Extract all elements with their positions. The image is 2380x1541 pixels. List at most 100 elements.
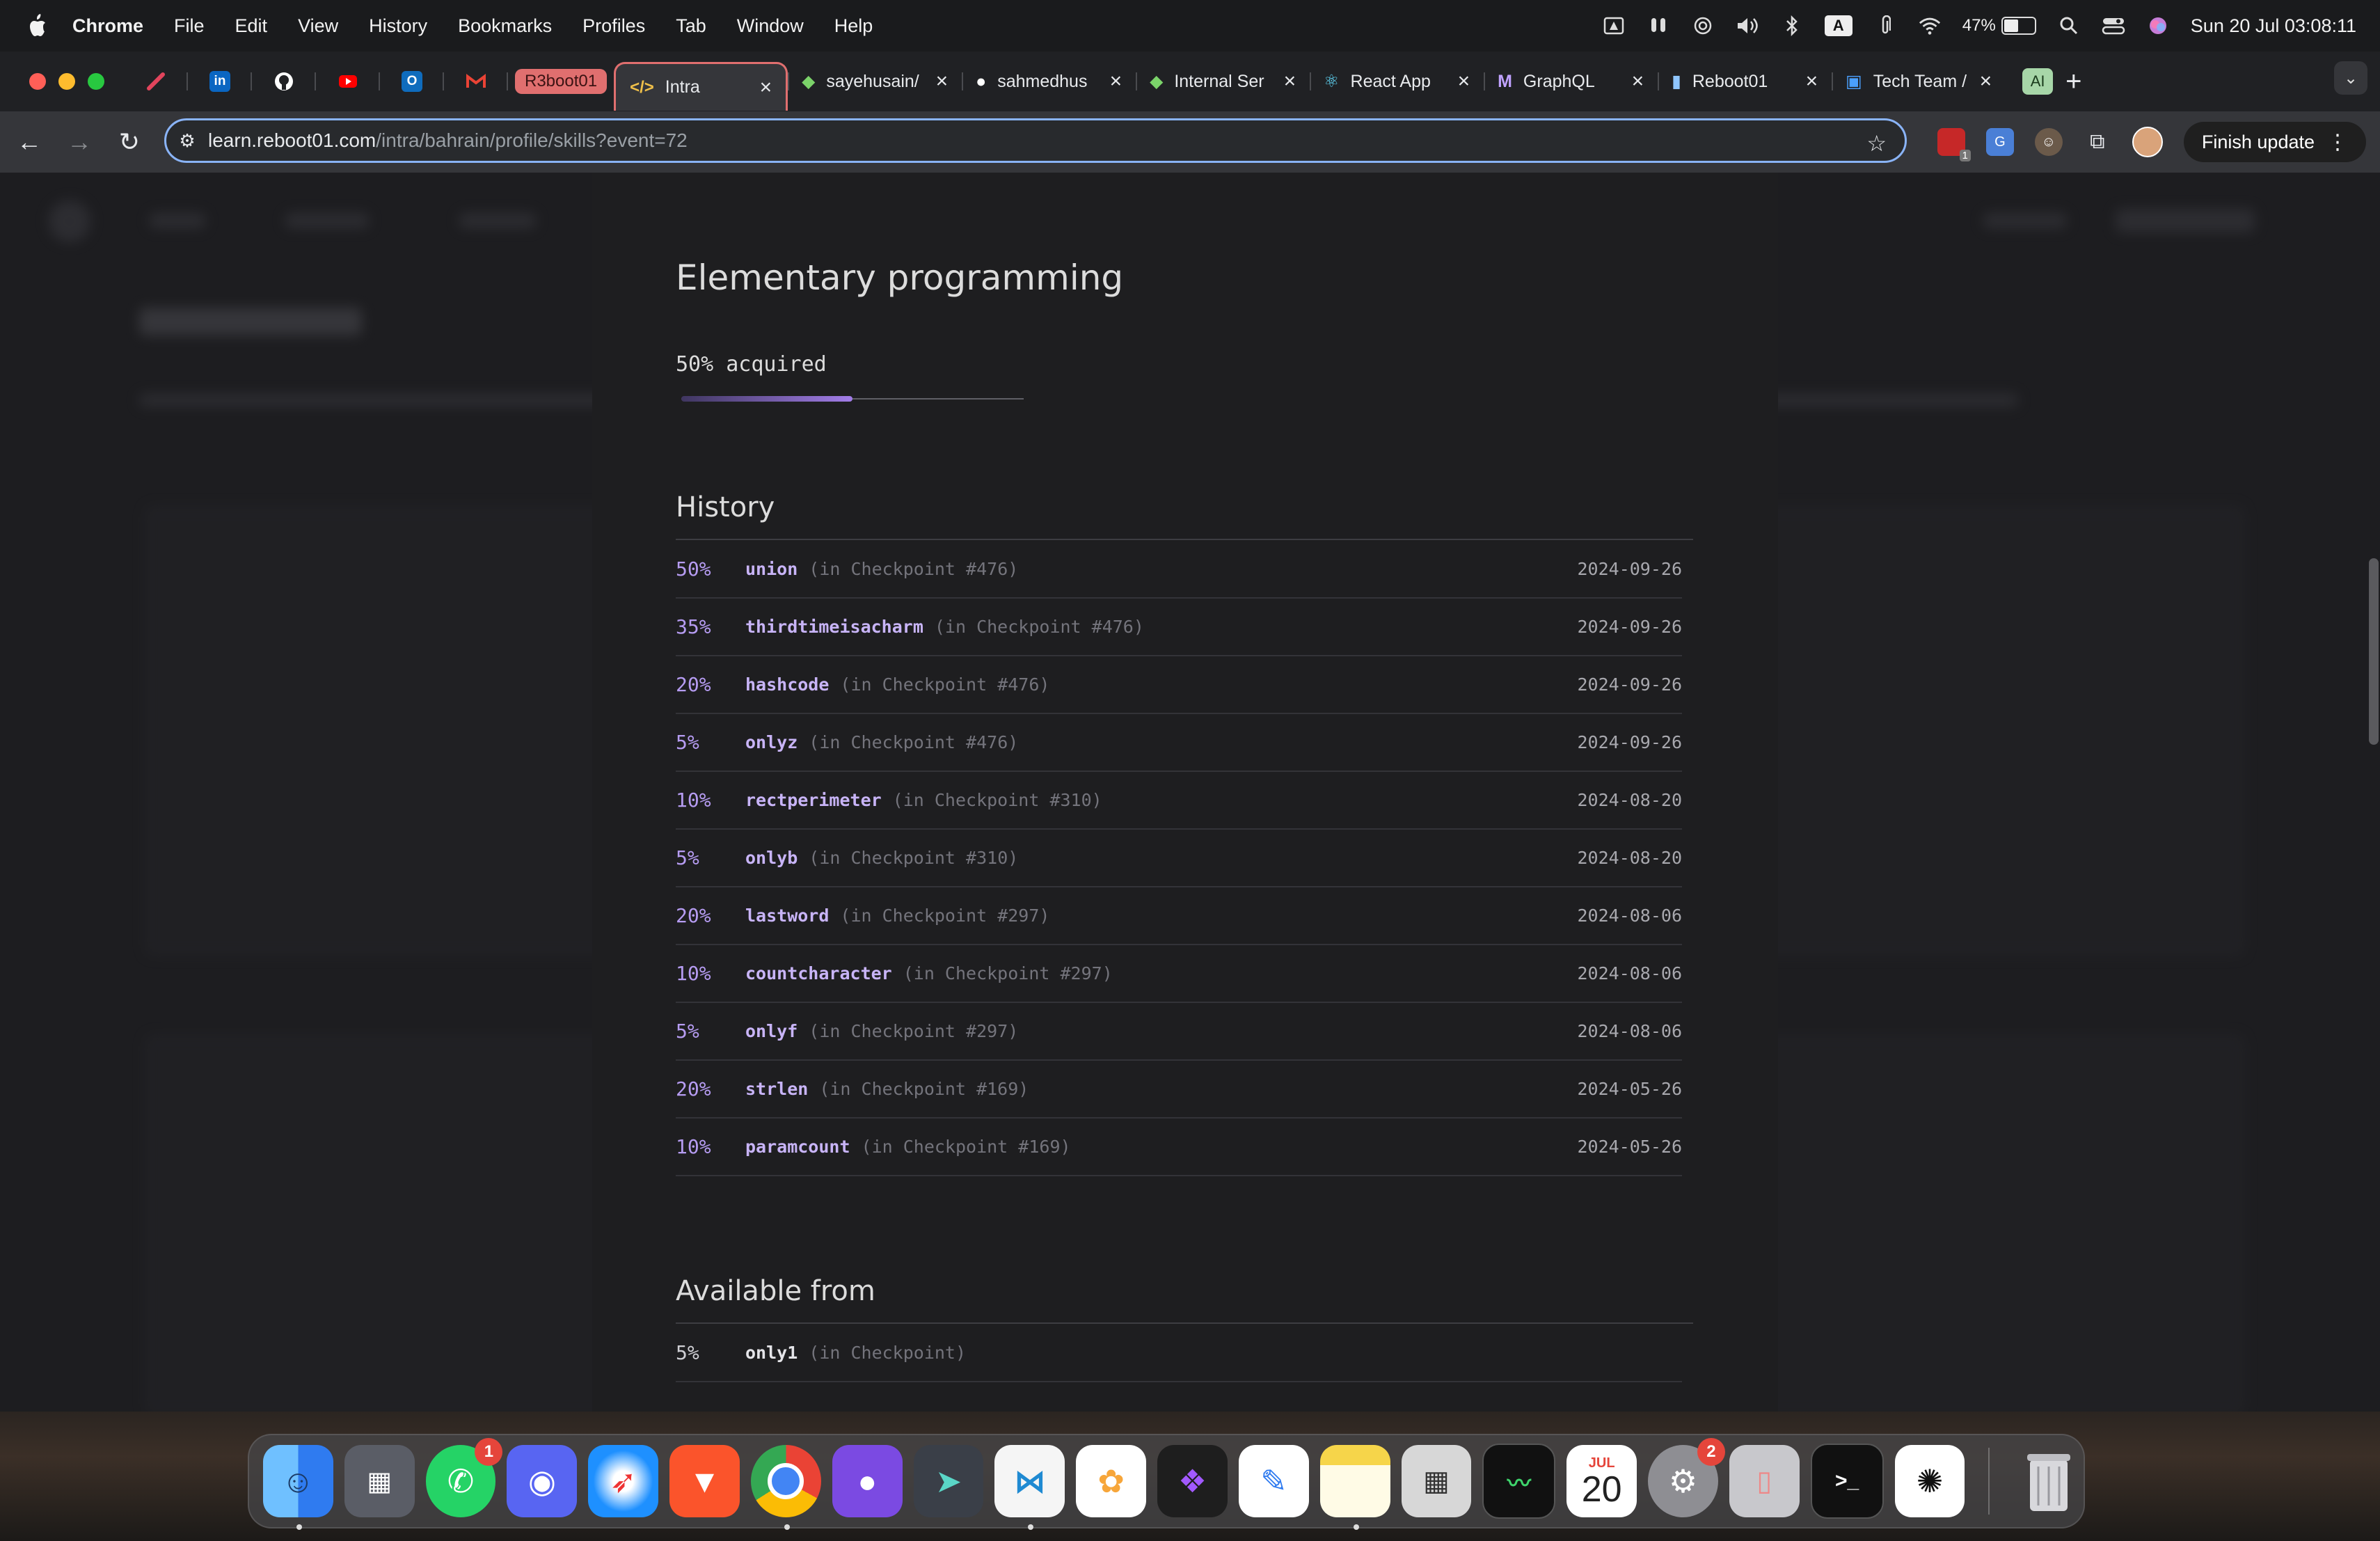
input-source-icon[interactable]: A — [1824, 15, 1853, 36]
history-row[interactable]: 5% onlyf (in Checkpoint #297) 2024-08-06 — [676, 1003, 1682, 1061]
paperclip-icon[interactable] — [1873, 15, 1897, 36]
close-window-button[interactable] — [29, 73, 46, 90]
siri-icon[interactable] — [2146, 15, 2170, 36]
row-exercise-name[interactable]: rectperimeter — [745, 790, 882, 810]
vscode-icon[interactable]: ⋈ — [994, 1445, 1065, 1530]
finish-update-button[interactable]: Finish update ⋮ — [2183, 122, 2366, 162]
bookmark-star-icon[interactable]: ☆ — [1866, 130, 1887, 157]
tab-tech-team[interactable]: ▣ Tech Team / × — [1832, 60, 2006, 103]
row-exercise-name[interactable]: countcharacter — [745, 963, 892, 983]
photos-icon[interactable]: ✿ — [1076, 1445, 1147, 1517]
spotlight-search-icon[interactable] — [2057, 15, 2081, 36]
history-row[interactable]: 10% countcharacter (in Checkpoint #297) 202… — [676, 945, 1682, 1003]
history-row[interactable]: 20% lastword (in Checkpoint #297) 2024-08-0… — [676, 887, 1682, 945]
tab-reboot01[interactable]: ▮ Reboot01 × — [1658, 60, 1832, 103]
menu-view[interactable]: View — [298, 15, 338, 37]
tab-sayehusain[interactable]: ◆ sayehusain/ × — [788, 60, 962, 103]
minimize-window-button[interactable] — [58, 73, 75, 90]
tab-group-label[interactable]: R3boot01 — [515, 69, 608, 94]
calendar-icon[interactable]: JUL 20 — [1566, 1445, 1637, 1517]
history-row[interactable]: 10% rectperimeter (in Checkpoint #310) 2024… — [676, 772, 1682, 830]
extension-face-icon[interactable]: ☺ — [2034, 128, 2063, 156]
row-exercise-name[interactable]: only1 — [745, 1343, 798, 1363]
menu-app-name[interactable]: Chrome — [72, 15, 143, 37]
pinned-tab-youtube[interactable] — [316, 60, 380, 103]
site-settings-icon[interactable]: ⚙ — [166, 130, 208, 152]
pinned-tab-pen[interactable] — [124, 60, 188, 103]
menu-bookmarks[interactable]: Bookmarks — [458, 15, 552, 37]
back-arrow-icon[interactable]: ← — [8, 121, 50, 163]
history-row[interactable]: 10% paramcount (in Checkpoint #169) 2024-05… — [676, 1119, 1682, 1176]
address-bar[interactable]: ⚙ learn.reboot01.com/intra/bahrain/profi… — [164, 118, 1907, 163]
history-row[interactable]: 5% onlyz (in Checkpoint #476) 2024-09-26 — [676, 714, 1682, 772]
menu-history[interactable]: History — [369, 15, 427, 37]
chrome-icon[interactable] — [750, 1445, 821, 1530]
menu-profiles[interactable]: Profiles — [582, 15, 645, 37]
extensions-puzzle-icon[interactable]: ⧉ — [2084, 128, 2111, 156]
close-tab-icon[interactable]: × — [1458, 70, 1470, 93]
new-tab-button[interactable]: + — [2065, 66, 2081, 97]
trash-icon[interactable] — [2013, 1445, 2084, 1517]
safari-icon[interactable]: ➶ — [588, 1445, 659, 1517]
close-tab-icon[interactable]: × — [1284, 70, 1296, 93]
menu-file[interactable]: File — [174, 15, 205, 37]
volume-icon[interactable] — [1736, 15, 1759, 36]
wifi-icon[interactable] — [1918, 15, 1942, 36]
url-text[interactable]: learn.reboot01.com/intra/bahrain/profile… — [208, 129, 688, 152]
row-exercise-name[interactable]: onlyf — [745, 1021, 798, 1041]
apple-logo-icon[interactable] — [26, 14, 47, 38]
battery-indicator[interactable]: 47% — [1962, 16, 2036, 35]
notes-icon[interactable] — [1319, 1445, 1390, 1530]
menu-window[interactable]: Window — [737, 15, 804, 37]
whatsapp-icon[interactable]: ✆ 1 — [425, 1438, 503, 1517]
discord-icon[interactable]: ◉ — [507, 1445, 578, 1517]
iphone-mirroring-icon[interactable]: ▯ — [1729, 1445, 1800, 1517]
row-exercise-name[interactable]: onlyz — [745, 732, 798, 752]
finder-icon[interactable]: ☺ — [263, 1445, 333, 1530]
close-tab-icon[interactable]: × — [1632, 70, 1644, 93]
freeform-icon[interactable]: ✎ — [1238, 1445, 1309, 1517]
history-row[interactable]: 5% onlyb (in Checkpoint #310) 2024-08-20 — [676, 830, 1682, 887]
pinned-tab-outlook[interactable]: O — [380, 60, 444, 103]
terminal-icon[interactable]: >_ — [1810, 1444, 1884, 1519]
close-tab-icon[interactable]: × — [936, 70, 949, 93]
close-tab-icon[interactable]: × — [1806, 70, 1818, 93]
reload-icon[interactable]: ↻ — [109, 121, 150, 163]
zoom-window-button[interactable] — [88, 73, 104, 90]
profile-avatar[interactable] — [2132, 127, 2163, 157]
row-exercise-name[interactable]: union — [745, 559, 798, 579]
history-row[interactable]: 35% thirdtimeisacharm (in Checkpoint #476)… — [676, 599, 1682, 656]
tab-sahmedhus[interactable]: ● sahmedhus × — [962, 60, 1136, 103]
extension-adblock-icon[interactable]: 1 — [1937, 128, 1971, 161]
tab-intra[interactable]: </> Intra × — [614, 62, 788, 111]
row-exercise-name[interactable]: lastword — [745, 906, 829, 926]
openai-icon[interactable] — [1691, 15, 1715, 36]
tab-graphql[interactable]: M GraphQL × — [1484, 60, 1658, 103]
close-tab-icon[interactable]: × — [1110, 70, 1122, 93]
system-settings-icon[interactable]: ⚙ 2 — [1648, 1438, 1725, 1517]
tab-internal-ser[interactable]: ◆ Internal Ser × — [1136, 60, 1310, 103]
ai-tab[interactable]: AI — [2022, 68, 2054, 95]
drive-icon[interactable] — [1602, 15, 1626, 36]
row-exercise-name[interactable]: paramcount — [745, 1137, 850, 1157]
row-exercise-name[interactable]: hashcode — [745, 674, 829, 695]
menu-tab[interactable]: Tab — [676, 15, 706, 37]
vpn-icon[interactable]: ➤ — [913, 1445, 984, 1517]
history-row[interactable]: 20% strlen (in Checkpoint #169) 2024-05-26 — [676, 1061, 1682, 1119]
history-row[interactable]: 50% union (in Checkpoint #476) 2024-09-26 — [676, 541, 1682, 599]
menubar-clock[interactable]: Sun 20 Jul 03:08:11 — [2191, 15, 2356, 37]
activity-monitor-icon[interactable]: 〰 — [1482, 1444, 1556, 1519]
menu-edit[interactable]: Edit — [235, 15, 268, 37]
chatgpt-icon[interactable]: ✺ — [1894, 1445, 1965, 1517]
close-tab-icon[interactable]: × — [1980, 70, 1992, 93]
calculator-icon[interactable]: ▦ — [1401, 1445, 1472, 1517]
airpods-icon[interactable] — [1647, 15, 1670, 36]
figma-icon[interactable]: ❖ — [1157, 1445, 1228, 1517]
brave-icon[interactable]: ▼ — [669, 1445, 740, 1517]
page-scrollbar-thumb[interactable] — [2369, 558, 2379, 745]
pinned-tab-linkedin[interactable]: in — [188, 60, 252, 103]
github-desktop-icon[interactable]: ● — [832, 1445, 903, 1517]
row-exercise-name[interactable]: thirdtimeisacharm — [745, 617, 923, 637]
pinned-tab-github[interactable] — [252, 60, 316, 103]
translate-extension-icon[interactable]: G — [1985, 128, 2014, 156]
